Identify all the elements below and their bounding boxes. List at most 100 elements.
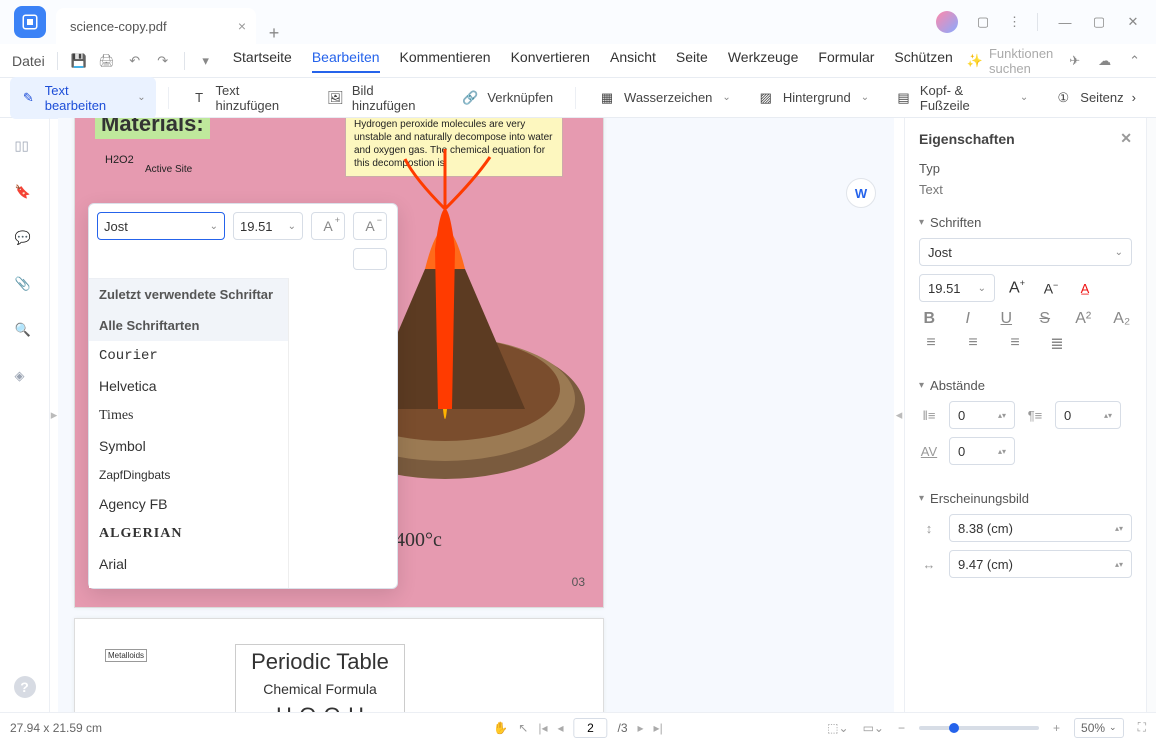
document-canvas[interactable]: Materials: H2O2 Active Site Hydrogen per… — [58, 118, 894, 712]
menu-bearbeiten[interactable]: Bearbeiten — [312, 49, 380, 73]
link-button[interactable]: 🔗 Verknüpfen — [451, 83, 563, 113]
function-search[interactable]: ✨ Funktionen suchen — [967, 46, 1069, 76]
increase-font-button[interactable]: A+ — [311, 212, 345, 240]
chevron-down-icon[interactable]: ⌄ — [1020, 92, 1028, 103]
decrease-font-icon[interactable]: A− — [1039, 280, 1063, 297]
menu-schuetzen[interactable]: Schützen — [894, 49, 952, 73]
export-word-badge[interactable]: W — [846, 178, 876, 208]
chevron-down-icon[interactable]: ⌄ — [722, 92, 730, 103]
zoom-in-icon[interactable]: + — [1053, 721, 1060, 735]
collapse-right-panel[interactable]: ◂ — [894, 118, 904, 712]
font-name-combo[interactable]: Jost ⌄ — [97, 212, 225, 240]
tab-science-copy[interactable]: science-copy.pdf × — [56, 8, 256, 44]
align-left-button[interactable]: ≡ — [919, 334, 943, 354]
comments-icon[interactable]: 💬 — [15, 230, 35, 250]
align-justify-button[interactable]: ≣ — [1045, 334, 1069, 354]
close-tab-icon[interactable]: × — [238, 18, 246, 34]
fullscreen-icon[interactable]: ⛶ — [1138, 720, 1146, 735]
last-page-button[interactable]: ▸| — [654, 721, 663, 735]
strike-button[interactable]: S — [1035, 310, 1056, 328]
expand-left-rail[interactable]: ▸ — [50, 118, 58, 712]
user-avatar[interactable] — [936, 11, 958, 33]
props-scrollbar[interactable] — [1146, 118, 1156, 712]
font-item[interactable]: Symbol — [89, 431, 288, 461]
share-icon[interactable]: ✈ — [1069, 53, 1080, 69]
menu-werkzeuge[interactable]: Werkzeuge — [728, 49, 799, 73]
background-button[interactable]: ▨ Hintergrund ⌄ — [747, 83, 879, 113]
help-button[interactable]: ? — [14, 676, 36, 698]
superscript-button[interactable]: A² — [1073, 310, 1094, 328]
page-input[interactable] — [574, 718, 608, 738]
chevron-down-icon[interactable]: ⌄ — [288, 221, 296, 232]
props-font-size[interactable]: 19.51⌄ — [919, 274, 995, 302]
font-list[interactable]: Zuletzt verwendete Schriftar Alle Schrif… — [89, 278, 289, 588]
subscript-button[interactable]: A₂ — [1112, 310, 1133, 328]
read-mode-icon[interactable]: ▭⌄ — [863, 721, 884, 735]
watermark-button[interactable]: ▦ Wasserzeichen ⌄ — [588, 83, 741, 113]
increase-font-icon[interactable]: A+ — [1005, 278, 1029, 297]
chevron-down-icon[interactable]: ⌄ — [137, 92, 145, 103]
height-input[interactable]: 8.38 (cm)▴▾ — [949, 514, 1132, 542]
char-spacing-input[interactable]: 0▴▾ — [949, 437, 1015, 465]
font-item[interactable]: ZapfDingbats — [89, 461, 288, 489]
fit-page-icon[interactable]: ⬚⌄ — [827, 721, 848, 735]
align-right-button[interactable]: ≡ — [1003, 334, 1027, 354]
collapse-ribbon-icon[interactable]: ⌃ — [1129, 53, 1140, 69]
chat-icon[interactable]: ▢ — [974, 13, 992, 31]
add-text-button[interactable]: T Text hinzufügen — [181, 77, 311, 119]
redo-icon[interactable]: ↷ — [154, 52, 172, 70]
chevron-down-icon[interactable]: ⌄ — [210, 221, 218, 232]
scroll-right-icon[interactable]: › — [1132, 90, 1136, 105]
close-panel-icon[interactable]: ✕ — [1120, 130, 1132, 147]
next-page-button[interactable]: ▸ — [638, 721, 644, 735]
close-window-button[interactable]: ✕ — [1124, 14, 1142, 30]
page-number-button[interactable]: ① Seitenz › — [1044, 83, 1146, 113]
undo-icon[interactable]: ↶ — [126, 52, 144, 70]
minimize-button[interactable]: — — [1056, 15, 1074, 30]
search-icon[interactable]: 🔍 — [15, 322, 35, 342]
para-spacing-input[interactable]: 0▴▾ — [1055, 401, 1121, 429]
font-size-combo[interactable]: 19.51 ⌄ — [233, 212, 303, 240]
file-menu[interactable]: Datei — [12, 53, 45, 69]
new-tab-button[interactable]: + — [256, 23, 292, 44]
menu-formular[interactable]: Formular — [818, 49, 874, 73]
add-image-button[interactable]: 🖼 Bild hinzufügen — [317, 77, 445, 119]
edit-text-button[interactable]: ✎ Text bearbeiten ⌄ — [10, 77, 156, 119]
font-item[interactable]: Agency FB — [89, 489, 288, 519]
thumbnails-icon[interactable]: ▯▯ — [15, 138, 35, 158]
hand-tool-icon[interactable]: ✋ — [493, 721, 508, 735]
customize-dropdown-icon[interactable]: ▾ — [197, 52, 215, 70]
line-spacing-input[interactable]: 0▴▾ — [949, 401, 1015, 429]
italic-button[interactable]: I — [958, 310, 979, 328]
bold-button[interactable]: B — [919, 310, 940, 328]
menu-startseite[interactable]: Startseite — [233, 49, 292, 73]
width-input[interactable]: 9.47 (cm)▴▾ — [949, 550, 1132, 578]
font-item[interactable]: Arial — [89, 549, 288, 579]
header-footer-button[interactable]: ▤ Kopf- & Fußzeile ⌄ — [885, 77, 1038, 119]
zoom-out-icon[interactable]: − — [898, 721, 905, 735]
font-item[interactable]: ALGERIAN — [89, 519, 288, 549]
zoom-slider[interactable] — [919, 726, 1039, 730]
zoom-value[interactable]: 50%⌄ — [1074, 718, 1124, 738]
decrease-font-button[interactable]: A− — [353, 212, 387, 240]
font-color-icon[interactable]: A̲ — [1073, 281, 1097, 296]
menu-ansicht[interactable]: Ansicht — [610, 49, 656, 73]
align-center-button[interactable]: ≡ — [961, 334, 985, 354]
props-font-select[interactable]: Jost⌄ — [919, 238, 1132, 266]
maximize-button[interactable]: ▢ — [1090, 14, 1108, 30]
font-item[interactable]: Times — [89, 401, 288, 431]
underline-button[interactable]: U — [996, 310, 1017, 328]
save-icon[interactable]: 💾 — [70, 52, 88, 70]
select-tool-icon[interactable]: ↖ — [518, 721, 528, 735]
font-color-swatch[interactable] — [353, 248, 387, 270]
font-item[interactable]: Helvetica — [89, 371, 288, 401]
attachments-icon[interactable]: 📎 — [15, 276, 35, 296]
prev-page-button[interactable]: ◂ — [557, 721, 563, 735]
font-item[interactable]: Arial Black — [89, 579, 288, 588]
chevron-down-icon[interactable]: ⌄ — [861, 92, 869, 103]
layers-icon[interactable]: ◈ — [15, 368, 35, 388]
print-icon[interactable]: 🖨 — [98, 52, 116, 70]
cloud-icon[interactable]: ☁ — [1098, 53, 1111, 69]
menu-kommentieren[interactable]: Kommentieren — [400, 49, 491, 73]
font-item[interactable]: Courier — [89, 341, 288, 371]
